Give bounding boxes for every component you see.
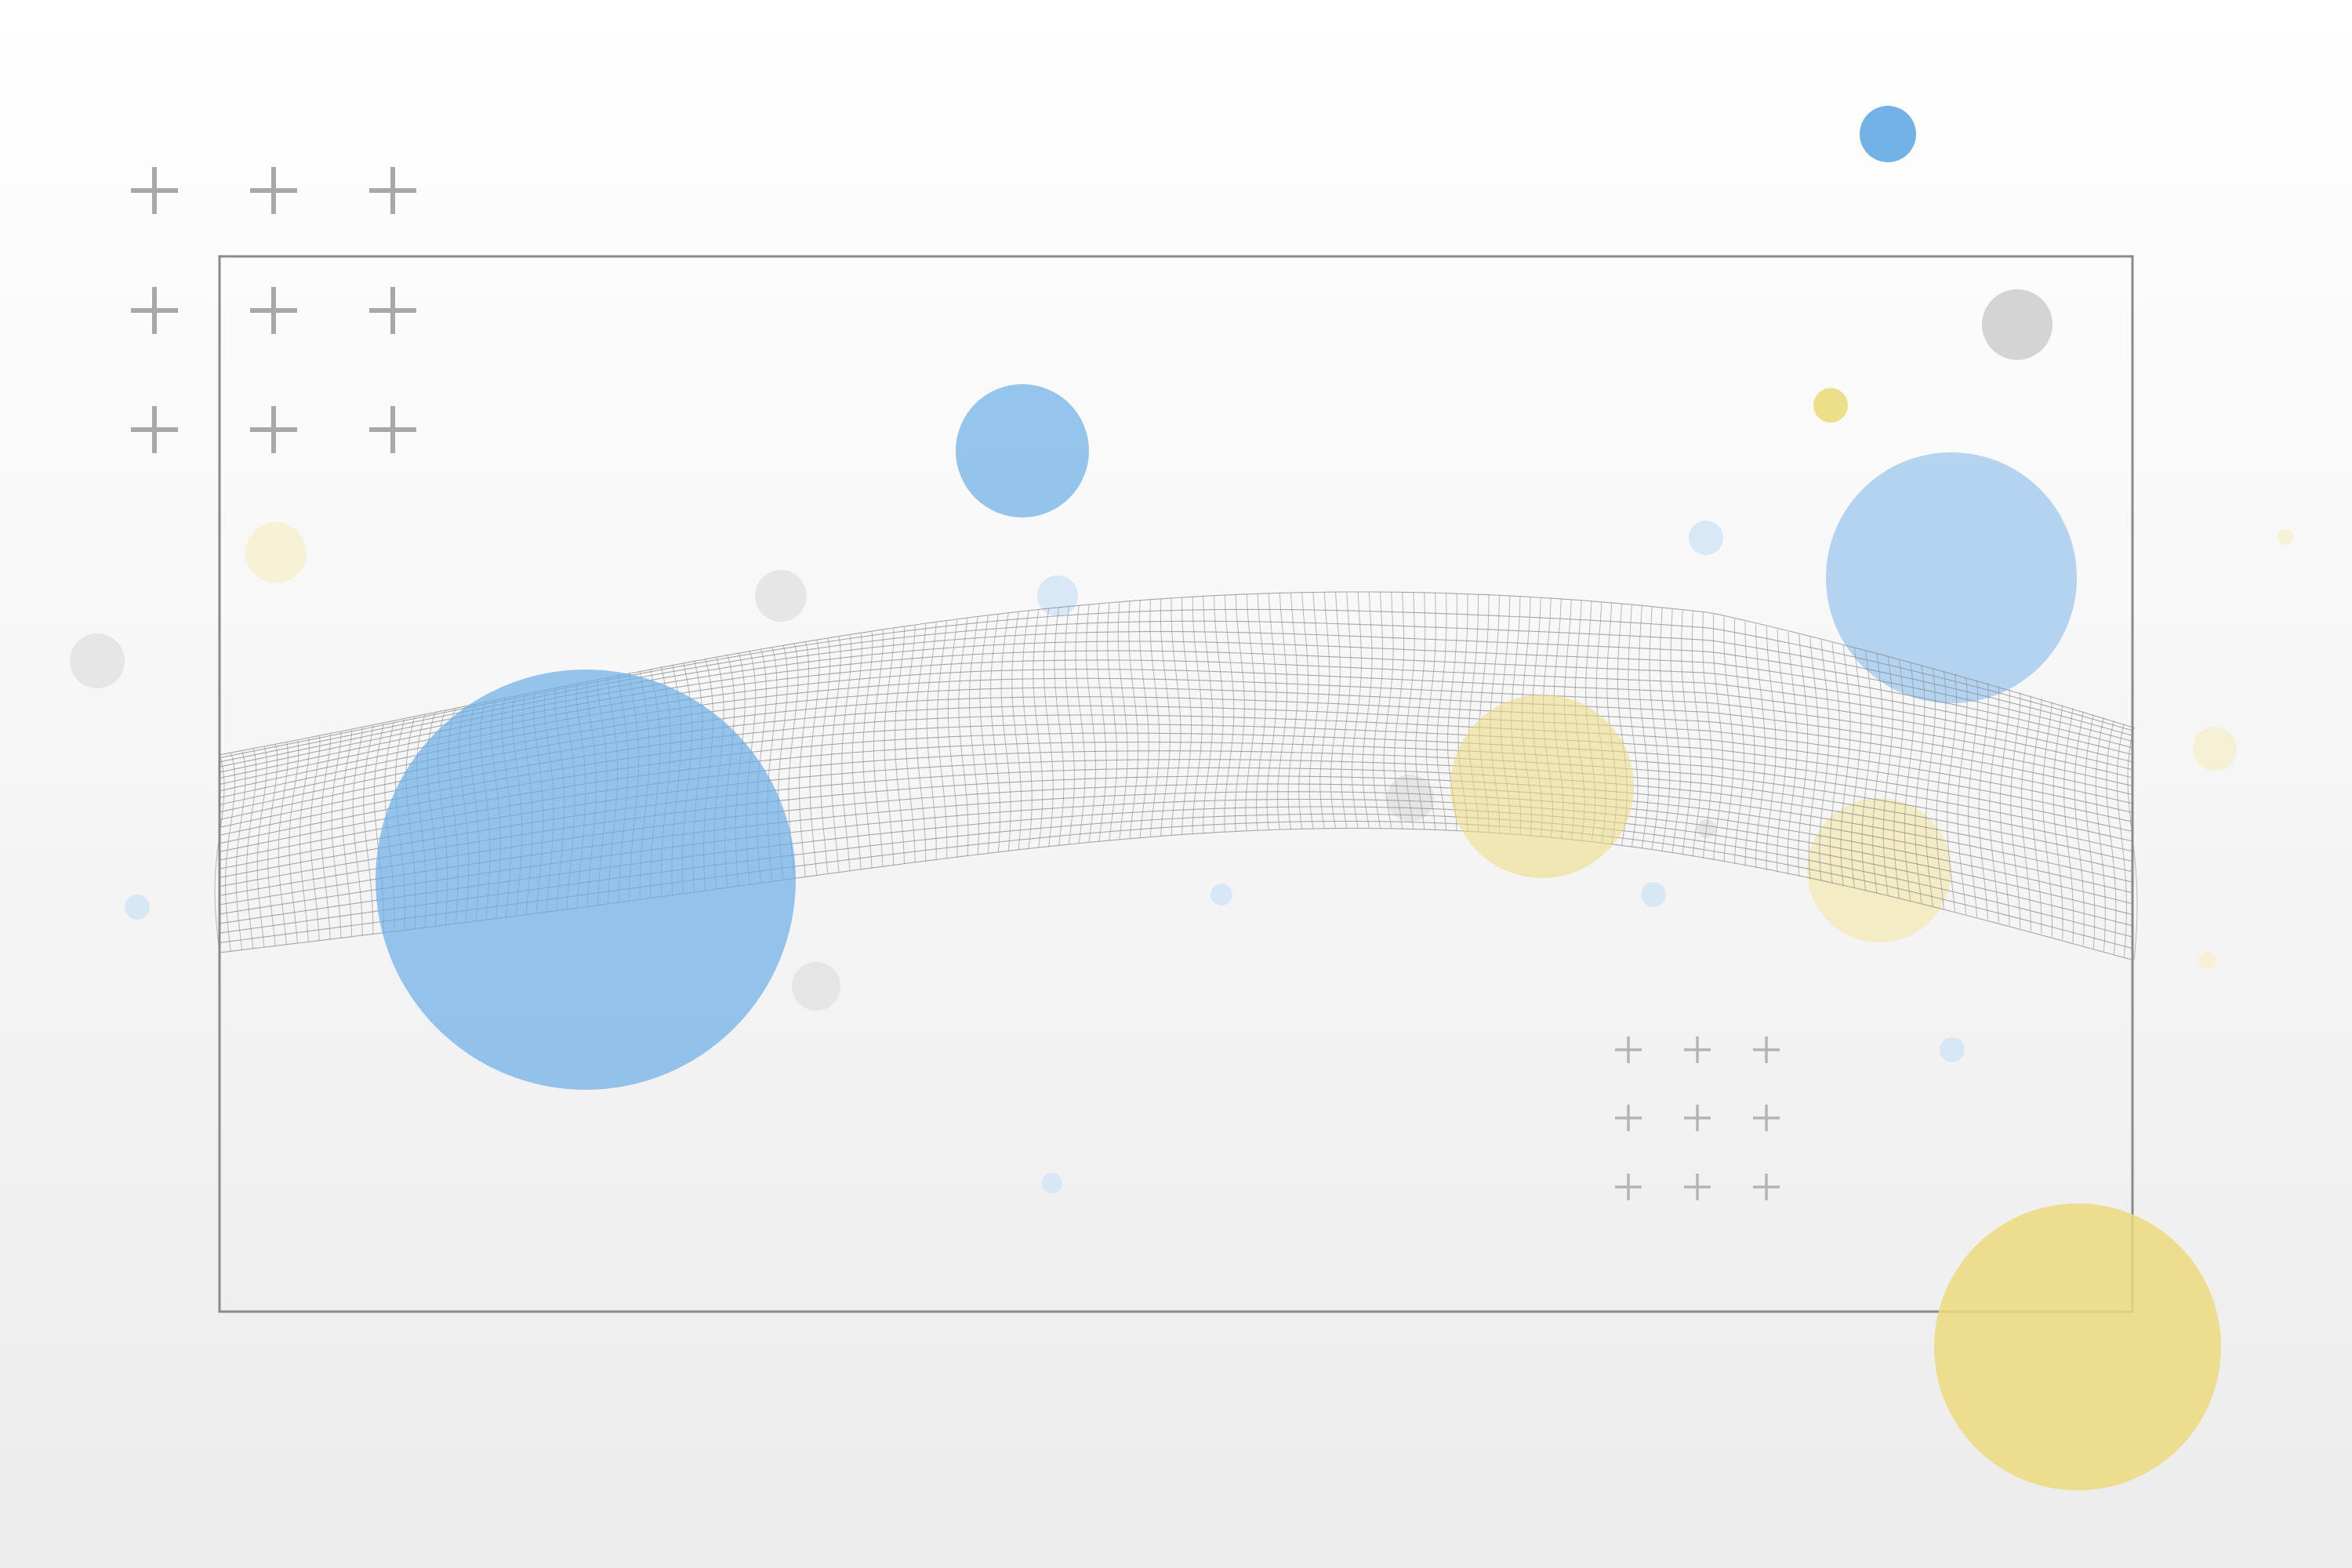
decor-circle-19 xyxy=(1641,882,1666,907)
decor-circle-10 xyxy=(70,633,125,688)
decor-circle-3 xyxy=(1813,388,1848,423)
decor-circle-9 xyxy=(1037,575,1078,616)
decor-circle-15 xyxy=(125,895,150,920)
decor-circle-6 xyxy=(1826,452,2077,703)
decor-circle-1 xyxy=(1860,106,1916,162)
decor-circle-5 xyxy=(1689,521,1723,555)
decor-circle-22 xyxy=(1042,1173,1062,1193)
decor-circle-12 xyxy=(2193,727,2237,771)
illustration-canvas xyxy=(0,0,2352,1568)
decor-circle-8 xyxy=(755,570,807,622)
decor-circle-16 xyxy=(1210,884,1232,906)
decor-circle-14 xyxy=(1807,798,1951,942)
decor-circle-2 xyxy=(1982,289,2053,360)
decor-circle-7 xyxy=(245,522,307,583)
decor-circle-24 xyxy=(376,670,796,1090)
decor-circle-11 xyxy=(2278,529,2293,545)
decor-circle-13 xyxy=(2198,952,2216,969)
decor-circle-21 xyxy=(792,962,840,1011)
decor-circle-25 xyxy=(1934,1203,2221,1490)
decor-circle-23 xyxy=(1450,695,1634,878)
decor-circle-20 xyxy=(1940,1037,1965,1062)
abstract-background-illustration xyxy=(0,0,2352,1568)
decor-circle-4 xyxy=(956,384,1089,517)
